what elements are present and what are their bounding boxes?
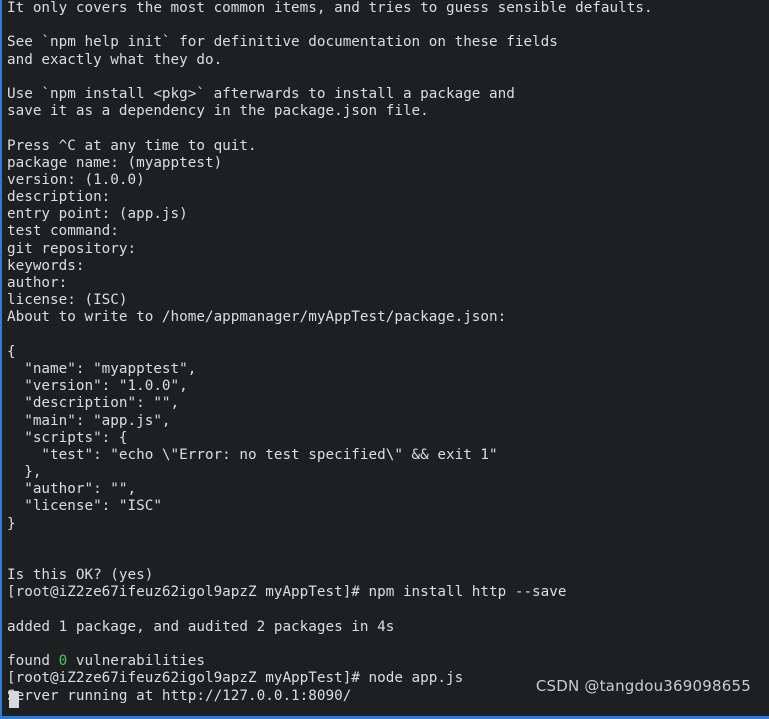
terminal-line: "name": "myapptest", — [7, 360, 197, 377]
csdn-watermark: CSDN @tangdou369098655 — [535, 677, 751, 695]
terminal-line: Is this OK? (yes) — [7, 567, 154, 584]
terminal-line: "main": "app.js", — [7, 412, 171, 429]
terminal-line: It only covers the most common items, an… — [7, 0, 653, 16]
terminal-line: See `npm help init` for definitive docum… — [7, 34, 558, 51]
terminal-line: description: — [7, 189, 111, 206]
terminal-line: package name: (myapptest) — [7, 154, 223, 171]
terminal-line: "version": "1.0.0", — [7, 378, 188, 395]
terminal-line: license: (ISC) — [7, 292, 128, 309]
terminal-line: "description": "", — [7, 395, 180, 412]
terminal-line: }, — [7, 464, 42, 481]
terminal-line: author: — [7, 275, 68, 291]
terminal-line: "scripts": { — [7, 429, 128, 446]
terminal-line: save it as a dependency in the package.j… — [7, 103, 429, 120]
terminal-output-area[interactable]: It only covers the most common items, an… — [2, 0, 769, 716]
terminal-line: "author": "", — [7, 481, 137, 498]
terminal-line: test command: — [7, 223, 119, 240]
terminal-line: Press ^C at any time to quit. — [7, 137, 257, 154]
terminal-line: and exactly what they do. — [7, 51, 223, 68]
terminal-line: Use `npm install <pkg>` afterwards to in… — [7, 85, 515, 102]
terminal-line: added 1 package, and audited 2 packages … — [7, 618, 395, 635]
terminal-line: About to write to /home/appmanager/myApp… — [7, 309, 507, 326]
terminal-line: version: (1.0.0) — [7, 171, 145, 188]
terminal-line: "license": "ISC" — [7, 498, 162, 515]
terminal-line: git repository: — [7, 240, 137, 257]
terminal-line: [root@iZ2ze67ifeuz62igol9apzZ myAppTest]… — [7, 584, 567, 601]
vuln-suffix: vulnerabilities — [67, 653, 205, 670]
terminal-line: entry point: (app.js) — [7, 206, 188, 223]
vuln-count: 0 — [58, 653, 68, 670]
vuln-prefix: found — [7, 653, 59, 670]
terminal-line: keywords: — [7, 257, 85, 274]
terminal-line: found 0 vulnerabilities — [7, 653, 769, 670]
terminal-window[interactable]: It only covers the most common items, an… — [0, 0, 769, 719]
terminal-line: { — [7, 343, 16, 360]
terminal-line: "test": "echo \"Error: no test specified… — [7, 446, 498, 463]
terminal-cursor — [9, 691, 19, 708]
terminal-line: } — [7, 515, 16, 532]
